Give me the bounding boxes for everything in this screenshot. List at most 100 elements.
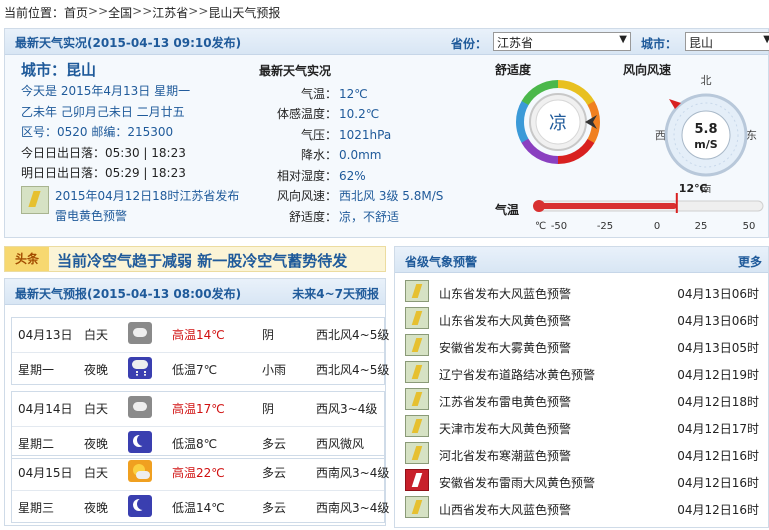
- tomorrow-sunrise-sunset: 明日日出日落：05:29 | 18:23: [21, 166, 186, 180]
- live-key: 体感温度：: [276, 107, 337, 121]
- comfort-value: 凉: [549, 113, 567, 134]
- cloudy-night-icon: [128, 431, 152, 453]
- live-row-pressure: 气压： 1021hPa: [259, 125, 484, 146]
- temperature-gauge: 12℃ ℃ -50 -25 0 25 50: [533, 183, 764, 232]
- breadcrumb-home-link[interactable]: 首页: [64, 4, 88, 20]
- city-alert-text[interactable]: 2015年04月12日18时江苏省发布雷电黄色预警: [55, 186, 251, 226]
- alert-item[interactable]: 天津市发布大风黄色预警 04月12日17时: [405, 413, 763, 439]
- area-codes: 区号：0520 邮编：215300: [21, 125, 174, 139]
- alert-item[interactable]: 辽宁省发布道路结冰黄色预警 04月12日19时: [405, 359, 763, 385]
- breadcrumb-nation-link[interactable]: 全国: [108, 4, 132, 20]
- alert-text[interactable]: 河北省发布寒潮蓝色预警: [439, 447, 571, 464]
- overcast-icon: [128, 396, 152, 418]
- alert-date: 04月13日06时: [677, 314, 759, 328]
- alert-text[interactable]: 安徽省发布大雾黄色预警: [439, 339, 571, 356]
- alert-date: 04月12日16时: [677, 476, 759, 490]
- live-value: 62%: [339, 168, 366, 183]
- alert-item[interactable]: 山东省发布大风黄色预警 04月13日06时: [405, 305, 763, 331]
- forecast-daytime-row: 04月13日 白天 高温14℃ 阴 西北风4~5级: [12, 318, 389, 351]
- alert-text[interactable]: 辽宁省发布道路结冰黄色预警: [439, 366, 595, 383]
- wind-warning-icon: [405, 496, 429, 518]
- forecast-weather: 阴: [262, 402, 275, 416]
- wind-warning-icon: [405, 415, 429, 437]
- forecast-part: 夜晚: [84, 501, 109, 515]
- alert-text[interactable]: 山东省发布大风蓝色预警: [439, 285, 571, 302]
- city-alert[interactable]: 2015年04月12日18时江苏省发布雷电黄色预警: [21, 185, 251, 226]
- city-select[interactable]: 昆山 ▼: [685, 32, 769, 51]
- temperature-gauge-value: 12℃: [679, 183, 708, 195]
- forecast-part: 白天: [84, 328, 109, 342]
- forecast-day: 04月14日 白天 高温17℃ 阴 西风3~4级 星期二 夜晚 低温8℃ 多云 …: [11, 391, 385, 459]
- breadcrumb-current: 昆山天气预报: [208, 6, 281, 20]
- forecast-low: 低温8℃: [172, 437, 218, 451]
- live-value: 1021hPa: [339, 127, 392, 142]
- forecast-weather: 多云: [262, 501, 287, 515]
- temperature-tick: 50: [743, 221, 756, 232]
- forecast-day: 04月13日 白天 高温14℃ 阴 西北风4~5级 星期一 夜晚 低温7℃ 小雨…: [11, 317, 389, 385]
- live-row-temperature: 气温： 12℃: [259, 84, 484, 105]
- wind-dial: 北 南 西 东 5.8 m/S: [655, 74, 757, 193]
- forecast-weekday: 星期二: [18, 437, 55, 451]
- live-key: 气温：: [300, 86, 337, 101]
- temperature-tick: -25: [597, 221, 613, 232]
- alert-item[interactable]: 江苏省发布雷电黄色预警 04月12日18时: [405, 386, 763, 412]
- temperature-gauge-label: 气温: [495, 203, 520, 217]
- forecast-wind: 西南风3~4级: [316, 466, 390, 480]
- forecast-wind: 西北风4~5级: [316, 328, 390, 342]
- forecast-weather: 小雨: [262, 363, 287, 377]
- alert-date: 04月12日18时: [677, 395, 759, 409]
- live-key: 相对湿度：: [276, 168, 337, 183]
- live-value: 0.0mm: [339, 148, 382, 162]
- wind-speed-value: 5.8: [694, 122, 717, 137]
- forecast-more-link[interactable]: 未来4~7天预报: [292, 285, 379, 302]
- cloudy-night-icon: [128, 495, 152, 517]
- breadcrumb: 当前位置： 首页 >> 全国 >> 江苏省 >> 昆山天气预报: [4, 4, 280, 20]
- temperature-fill: [537, 203, 677, 209]
- live-row-comfort: 舒适度： 凉，不舒适: [259, 207, 484, 228]
- alert-item[interactable]: 山东省发布大风蓝色预警 04月13日06时: [405, 278, 763, 304]
- city-label: 城市：: [641, 37, 678, 51]
- alert-item[interactable]: 安徽省发布大雾黄色预警 04月13日05时: [405, 332, 763, 358]
- forecast-wind: 西风3~4级: [316, 402, 378, 416]
- province-select[interactable]: 江苏省 ▼: [493, 32, 631, 51]
- forecast-daytime-row: 04月15日 白天 高温22℃ 多云 西南风3~4级: [12, 456, 389, 489]
- forecast-date: 04月13日: [18, 328, 73, 342]
- alerts-header: 省级气象预警 更多: [395, 247, 768, 273]
- alerts-more-link[interactable]: 更多: [738, 253, 762, 270]
- alert-item[interactable]: 河北省发布寒潮蓝色预警 04月12日16时: [405, 440, 763, 466]
- breadcrumb-province-link[interactable]: 江苏省: [152, 4, 188, 20]
- lunar-date: 乙未年 己卯月己未日 二月廿五: [21, 104, 185, 119]
- live-row-wind: 风向风速： 西北风 3级 5.8M/S: [259, 186, 484, 207]
- current-weather-title: 最新天气实况(2015-04-13 09:10发布): [15, 36, 242, 50]
- forecast-weather: 多云: [262, 466, 287, 480]
- alert-date: 04月12日17时: [677, 422, 759, 436]
- forecast-date: 04月14日: [18, 402, 73, 416]
- headline-text[interactable]: 当前冷空气趋于减弱 新一股冷空气蓄势待发: [57, 250, 347, 271]
- live-value: 12℃: [339, 86, 368, 101]
- lightning-warning-icon: [21, 185, 49, 214]
- alert-text[interactable]: 山东省发布大风黄色预警: [439, 312, 571, 329]
- headline-banner[interactable]: 头条 当前冷空气趋于减弱 新一股冷空气蓄势待发: [4, 246, 386, 272]
- alert-item[interactable]: 安徽省发布雷雨大风黄色预警 04月12日16时: [405, 467, 763, 493]
- current-weather-panel: 最新天气实况(2015-04-13 09:10发布) 省份： 江苏省 ▼ 城市：…: [4, 28, 769, 238]
- live-row-humidity: 相对湿度： 62%: [259, 166, 484, 187]
- chevron-down-icon: ▼: [619, 34, 627, 45]
- breadcrumb-separator: >>: [188, 4, 209, 18]
- alert-date: 04月12日19时: [677, 368, 759, 382]
- forecast-date: 04月15日: [18, 466, 73, 480]
- alert-text[interactable]: 安徽省发布雷雨大风黄色预警: [439, 474, 595, 491]
- breadcrumb-separator: >>: [88, 4, 109, 18]
- wind-warning-icon: [405, 280, 429, 302]
- alert-text[interactable]: 山西省发布大风蓝色预警: [439, 501, 571, 518]
- alert-date: 04月13日06时: [677, 287, 759, 301]
- forecast-weekday: 星期三: [18, 501, 55, 515]
- alert-text[interactable]: 天津市发布大风黄色预警: [439, 420, 571, 437]
- alert-text[interactable]: 江苏省发布雷电黄色预警: [439, 393, 571, 410]
- temperature-tick-unit: ℃: [535, 221, 546, 232]
- alert-item[interactable]: 山西省发布大风蓝色预警 04月12日16时: [405, 494, 763, 520]
- forecast-wind: 西南风3~4级: [316, 501, 390, 515]
- forecast-weather: 阴: [262, 328, 275, 342]
- today-date: 今天是 2015年4月13日 星期一: [21, 84, 191, 98]
- live-value: 凉，不舒适: [339, 209, 400, 224]
- live-row-precipitation: 降水： 0.0mm: [259, 145, 484, 166]
